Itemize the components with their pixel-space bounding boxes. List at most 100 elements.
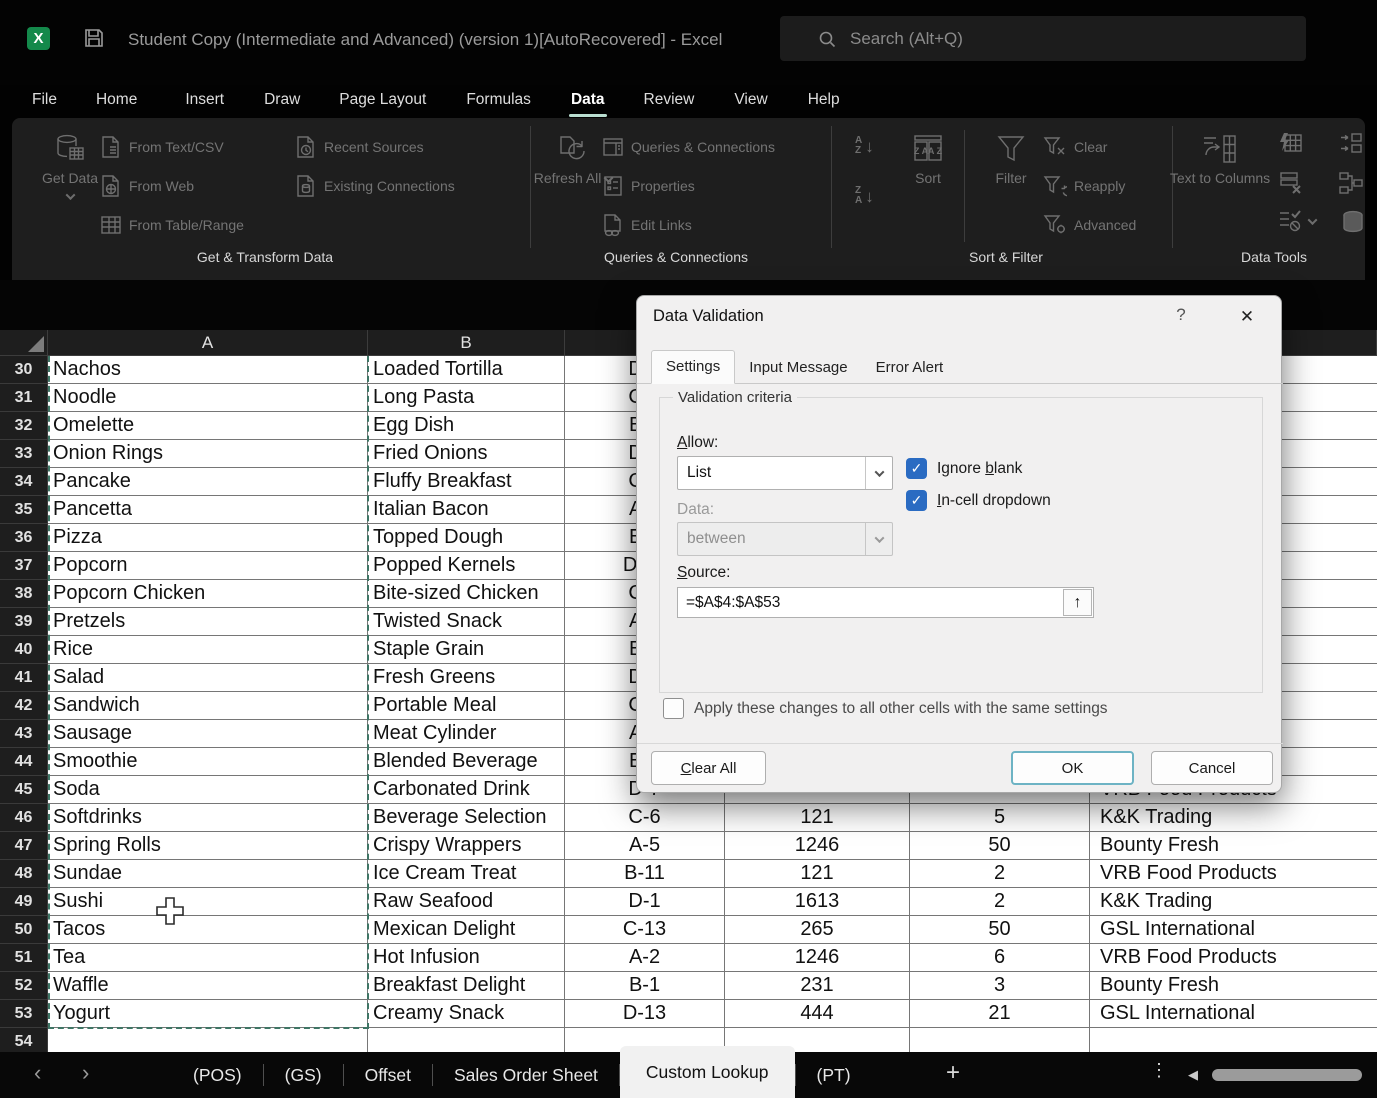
cell-B34[interactable]: Fluffy Breakfast <box>368 468 565 496</box>
row-header-52[interactable]: 52 <box>0 972 48 1000</box>
cell-B37[interactable]: Popped Kernels <box>368 552 565 580</box>
advanced-filter-button[interactable]: Advanced <box>1043 209 1136 241</box>
cell-E50[interactable]: 50 <box>910 916 1090 944</box>
text-to-columns-button[interactable]: Text to Columns <box>1178 133 1262 187</box>
cell-F50[interactable]: GSL International <box>1090 916 1377 944</box>
relationships-button[interactable] <box>1338 170 1364 201</box>
row-header-41[interactable]: 41 <box>0 664 48 692</box>
cell-D51[interactable]: 1246 <box>725 944 910 972</box>
ignore-blank-checkbox[interactable]: ✓ <box>906 458 927 479</box>
cell-C52[interactable]: B-1 <box>565 972 725 1000</box>
cell-A37[interactable]: Popcorn <box>48 552 368 580</box>
row-header-37[interactable]: 37 <box>0 552 48 580</box>
cell-B41[interactable]: Fresh Greens <box>368 664 565 692</box>
cell-B44[interactable]: Blended Beverage <box>368 748 565 776</box>
reapply-filter-button[interactable]: Reapply <box>1043 170 1125 202</box>
cell-A51[interactable]: Tea <box>48 944 368 972</box>
ribbon-tab-view[interactable]: View <box>734 87 767 117</box>
ribbon-tab-draw[interactable]: Draw <box>264 87 300 117</box>
cell-A39[interactable]: Pretzels <box>48 608 368 636</box>
sort-za-button[interactable]: ZA↓ <box>855 186 874 208</box>
flash-fill-button[interactable] <box>1278 131 1304 162</box>
cell-E48[interactable]: 2 <box>910 860 1090 888</box>
cell-B40[interactable]: Staple Grain <box>368 636 565 664</box>
cell-E51[interactable]: 6 <box>910 944 1090 972</box>
cell-B46[interactable]: Beverage Selection <box>368 804 565 832</box>
cell-B53[interactable]: Creamy Snack <box>368 1000 565 1028</box>
sheet-tab-custom-lookup[interactable]: Custom Lookup <box>620 1046 795 1098</box>
sheet-tab-pt[interactable]: (PT) <box>796 1065 872 1086</box>
sheet-tab-pos[interactable]: (POS) <box>172 1065 263 1086</box>
cell-A35[interactable]: Pancetta <box>48 496 368 524</box>
cell-B50[interactable]: Mexican Delight <box>368 916 565 944</box>
sort-az-button[interactable]: AZ↓ <box>855 136 874 158</box>
cell-D52[interactable]: 231 <box>725 972 910 1000</box>
row-header-36[interactable]: 36 <box>0 524 48 552</box>
consolidate-button[interactable] <box>1338 131 1364 162</box>
cell-D49[interactable]: 1613 <box>725 888 910 916</box>
dialog-tab-input-message[interactable]: Input Message <box>735 352 861 384</box>
in-cell-dropdown-label[interactable]: In-cell dropdown <box>937 492 1051 510</box>
cell-D46[interactable]: 121 <box>725 804 910 832</box>
row-header-50[interactable]: 50 <box>0 916 48 944</box>
refresh-all-button[interactable]: Refresh All <box>540 133 606 187</box>
cell-C50[interactable]: C-13 <box>565 916 725 944</box>
cell-A45[interactable]: Soda <box>48 776 368 804</box>
select-all-corner[interactable] <box>0 330 48 356</box>
row-header-43[interactable]: 43 <box>0 720 48 748</box>
from-text-csv-button[interactable]: From Text/CSV <box>100 131 224 163</box>
cell-D53[interactable]: 444 <box>725 1000 910 1028</box>
cell-C48[interactable]: B-11 <box>565 860 725 888</box>
cell-B45[interactable]: Carbonated Drink <box>368 776 565 804</box>
ribbon-tab-help[interactable]: Help <box>808 87 840 117</box>
cell-B42[interactable]: Portable Meal <box>368 692 565 720</box>
cell-B39[interactable]: Twisted Snack <box>368 608 565 636</box>
row-header-53[interactable]: 53 <box>0 1000 48 1028</box>
hscroll-thumb[interactable] <box>1212 1069 1362 1081</box>
sheet-nav-next-icon[interactable]: › <box>82 1062 89 1084</box>
cell-A41[interactable]: Salad <box>48 664 368 692</box>
cell-B32[interactable]: Egg Dish <box>368 412 565 440</box>
row-header-45[interactable]: 45 <box>0 776 48 804</box>
cell-A40[interactable]: Rice <box>48 636 368 664</box>
search-input[interactable]: Search (Alt+Q) <box>780 16 1306 61</box>
cell-E47[interactable]: 50 <box>910 832 1090 860</box>
cell-D47[interactable]: 1246 <box>725 832 910 860</box>
cell-F49[interactable]: K&K Trading <box>1090 888 1377 916</box>
row-header-47[interactable]: 47 <box>0 832 48 860</box>
cell-A31[interactable]: Noodle <box>48 384 368 412</box>
ok-button[interactable]: OK <box>1011 751 1134 785</box>
row-header-40[interactable]: 40 <box>0 636 48 664</box>
cell-A53[interactable]: Yogurt <box>48 1000 368 1028</box>
cell-C53[interactable]: D-13 <box>565 1000 725 1028</box>
add-sheet-button[interactable]: + <box>946 1059 960 1087</box>
source-input[interactable]: =$A$4:$A$53 <box>677 587 1094 618</box>
cell-C47[interactable]: A-5 <box>565 832 725 860</box>
allow-dropdown[interactable]: List <box>677 456 893 490</box>
sheet-nav-prev-icon[interactable]: ‹ <box>34 1062 41 1084</box>
cell-B47[interactable]: Crispy Wrappers <box>368 832 565 860</box>
save-icon[interactable] <box>83 27 105 49</box>
cell-A47[interactable]: Spring Rolls <box>48 832 368 860</box>
cancel-button[interactable]: Cancel <box>1151 751 1273 785</box>
row-header-44[interactable]: 44 <box>0 748 48 776</box>
row-header-48[interactable]: 48 <box>0 860 48 888</box>
cell-A36[interactable]: Pizza <box>48 524 368 552</box>
row-header-54[interactable]: 54 <box>0 1028 48 1052</box>
row-header-39[interactable]: 39 <box>0 608 48 636</box>
cell-F46[interactable]: K&K Trading <box>1090 804 1377 832</box>
cell-A54[interactable] <box>48 1028 368 1052</box>
cell-B31[interactable]: Long Pasta <box>368 384 565 412</box>
cell-C51[interactable]: A-2 <box>565 944 725 972</box>
close-icon[interactable]: ✕ <box>1233 304 1261 330</box>
chevron-down-icon[interactable] <box>865 457 892 489</box>
cell-B54[interactable] <box>368 1028 565 1052</box>
cell-C46[interactable]: C-6 <box>565 804 725 832</box>
help-icon[interactable]: ? <box>1169 305 1193 325</box>
ribbon-tab-formulas[interactable]: Formulas <box>466 87 531 117</box>
row-header-34[interactable]: 34 <box>0 468 48 496</box>
in-cell-dropdown-checkbox[interactable]: ✓ <box>906 490 927 511</box>
cell-A44[interactable]: Smoothie <box>48 748 368 776</box>
remove-duplicates-button[interactable] <box>1278 170 1304 201</box>
row-header-31[interactable]: 31 <box>0 384 48 412</box>
